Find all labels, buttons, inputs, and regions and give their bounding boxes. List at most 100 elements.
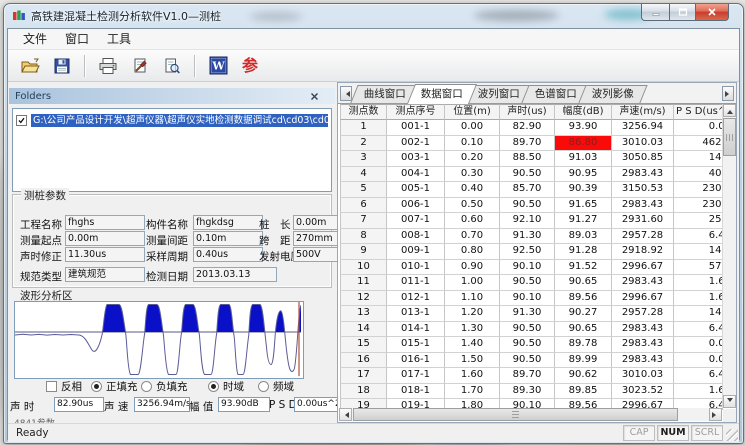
table-cell[interactable]: 3050.85 <box>612 151 674 167</box>
print-button[interactable] <box>94 52 122 79</box>
table-row[interactable]: 13013-11.2091.3090.272957.2814.4 <box>340 306 724 322</box>
radio-icon[interactable] <box>91 381 102 392</box>
table-cell[interactable]: 0.00 <box>445 120 500 136</box>
table-cell[interactable]: 0.00 <box>674 337 723 353</box>
readout-field[interactable]: 0.00us^2/m <box>294 397 340 412</box>
param-field[interactable]: 0.40us <box>193 247 263 262</box>
table-row[interactable]: 2002-10.1089.7086.803010.03462.4 <box>340 136 724 152</box>
table-row[interactable]: 14014-11.3090.5090.652983.436.40 <box>340 322 724 338</box>
param-field[interactable]: 0.10m <box>193 231 263 246</box>
table-cell[interactable]: 1.10 <box>445 291 500 307</box>
table-row[interactable]: 11011-11.0090.5090.652983.431.60 <box>340 275 724 291</box>
table-cell[interactable]: 88.50 <box>500 151 555 167</box>
param-field[interactable]: 11.30us <box>65 247 145 262</box>
menu-item[interactable]: 窗口 <box>56 30 98 49</box>
table-cell[interactable]: 1.30 <box>445 322 500 338</box>
table-cell[interactable]: 15 <box>340 337 387 353</box>
table-cell[interactable]: 008-1 <box>387 229 445 245</box>
table-cell[interactable]: 9 <box>340 244 387 260</box>
panel-close-button[interactable] <box>308 90 321 103</box>
table-cell[interactable]: 3150.53 <box>612 182 674 198</box>
table-cell[interactable]: 005-1 <box>387 182 445 198</box>
table-row[interactable]: 10010-10.9090.1091.522996.6757.6 <box>340 260 724 276</box>
table-cell[interactable]: 90.50 <box>500 353 555 369</box>
fill-radio[interactable]: 时域 <box>208 379 244 394</box>
table-cell[interactable]: 2996.67 <box>612 260 674 276</box>
table-cell[interactable]: 8 <box>340 229 387 245</box>
title-bar[interactable]: 高铁建混凝土检测分析软件V1.0—测桩 <box>4 4 743 28</box>
table-cell[interactable]: 85.70 <box>500 182 555 198</box>
scroll-right-button[interactable] <box>709 408 722 421</box>
table-cell[interactable]: 017-1 <box>387 368 445 384</box>
table-cell[interactable]: 90.50 <box>500 167 555 183</box>
fill-radio[interactable]: 负填充 <box>141 379 188 394</box>
table-row[interactable]: 15015-11.4090.5089.782983.430.00 <box>340 337 724 353</box>
table-cell[interactable]: 90.10 <box>500 291 555 307</box>
table-cell[interactable]: 89.70 <box>500 368 555 384</box>
table-cell[interactable]: 1.60 <box>445 368 500 384</box>
table-cell[interactable]: 86.80 <box>555 136 612 152</box>
table-cell[interactable]: 009-1 <box>387 244 445 260</box>
table-row[interactable]: 17017-11.6089.7090.623010.036.40 <box>340 368 724 384</box>
table-cell[interactable]: 230.4 <box>674 182 723 198</box>
readout-field[interactable]: 82.90us <box>54 397 104 412</box>
table-cell[interactable]: 90.65 <box>555 322 612 338</box>
table-cell[interactable]: 14.4 <box>674 306 723 322</box>
param-field[interactable]: 0.00m <box>65 231 145 246</box>
table-cell[interactable]: 2983.43 <box>612 167 674 183</box>
param-field[interactable]: 建筑规范 <box>65 267 145 282</box>
scroll-left-button[interactable] <box>339 408 352 421</box>
table-cell[interactable]: 14 <box>340 322 387 338</box>
table-cell[interactable]: 2996.67 <box>612 291 674 307</box>
table-cell[interactable]: 462.4 <box>674 136 723 152</box>
table-cell[interactable]: 18 <box>340 384 387 400</box>
vertical-scrollbar[interactable] <box>722 104 736 408</box>
table-cell[interactable]: 0.20 <box>445 151 500 167</box>
table-cell[interactable]: 0.90 <box>445 260 500 276</box>
table-cell[interactable]: 2931.60 <box>612 213 674 229</box>
table-cell[interactable]: 0.10 <box>445 136 500 152</box>
table-cell[interactable]: 016-1 <box>387 353 445 369</box>
folders-tree[interactable]: G:\公司产品设计开发\超声仪器\超声仪实地检测数据调试cd\cd03\cd03… <box>12 108 332 192</box>
table-row[interactable]: 5005-10.4085.7090.393150.53230.4 <box>340 182 724 198</box>
column-header[interactable]: P S D(us^2/m) <box>674 104 723 120</box>
table-cell[interactable]: 013-1 <box>387 306 445 322</box>
open-button[interactable] <box>16 52 44 79</box>
close-button[interactable] <box>695 4 729 21</box>
table-cell[interactable]: 2983.43 <box>612 353 674 369</box>
table-cell[interactable]: 12 <box>340 291 387 307</box>
invert-checkbox[interactable]: 反相 <box>46 379 82 394</box>
table-cell[interactable]: 11 <box>340 275 387 291</box>
table-cell[interactable]: 0.00 <box>674 120 723 136</box>
table-cell[interactable]: 3256.94 <box>612 120 674 136</box>
horizontal-scrollbar[interactable] <box>339 408 722 421</box>
tree-item[interactable]: G:\公司产品设计开发\超声仪器\超声仪实地检测数据调试cd\cd03\cd03… <box>16 113 328 127</box>
param-field[interactable]: fhghs <box>65 215 145 230</box>
table-cell[interactable]: 0.50 <box>445 198 500 214</box>
table-cell[interactable]: 0.70 <box>445 229 500 245</box>
table-cell[interactable]: 91.03 <box>555 151 612 167</box>
column-header[interactable]: 测点数 <box>340 104 387 120</box>
fill-radio[interactable]: 正填充 <box>91 379 138 394</box>
column-header[interactable]: 声时(us) <box>500 104 555 120</box>
table-cell[interactable]: 1 <box>340 120 387 136</box>
table-cell[interactable]: 91.52 <box>555 260 612 276</box>
table-cell[interactable]: 89.70 <box>500 136 555 152</box>
table-cell[interactable]: 1.00 <box>445 275 500 291</box>
checkbox-icon[interactable] <box>46 381 57 392</box>
table-cell[interactable]: 91.65 <box>555 198 612 214</box>
table-row[interactable]: 16016-11.5090.5089.992983.430.00 <box>340 353 724 369</box>
table-cell[interactable]: 003-1 <box>387 151 445 167</box>
tree-checkbox[interactable] <box>16 115 27 126</box>
fill-radio[interactable]: 频域 <box>258 379 294 394</box>
scroll-down-button[interactable] <box>723 395 736 408</box>
table-cell[interactable]: 1.60 <box>674 275 723 291</box>
table-cell[interactable]: 89.56 <box>555 291 612 307</box>
table-cell[interactable]: 006-1 <box>387 198 445 214</box>
table-cell[interactable]: 25.6 <box>674 213 723 229</box>
report-tool-button[interactable] <box>126 52 154 79</box>
column-header[interactable]: 幅度(dB) <box>555 104 612 120</box>
table-cell[interactable]: 93.90 <box>555 120 612 136</box>
table-cell[interactable]: 90.27 <box>555 306 612 322</box>
menu-item[interactable]: 文件 <box>14 30 56 49</box>
